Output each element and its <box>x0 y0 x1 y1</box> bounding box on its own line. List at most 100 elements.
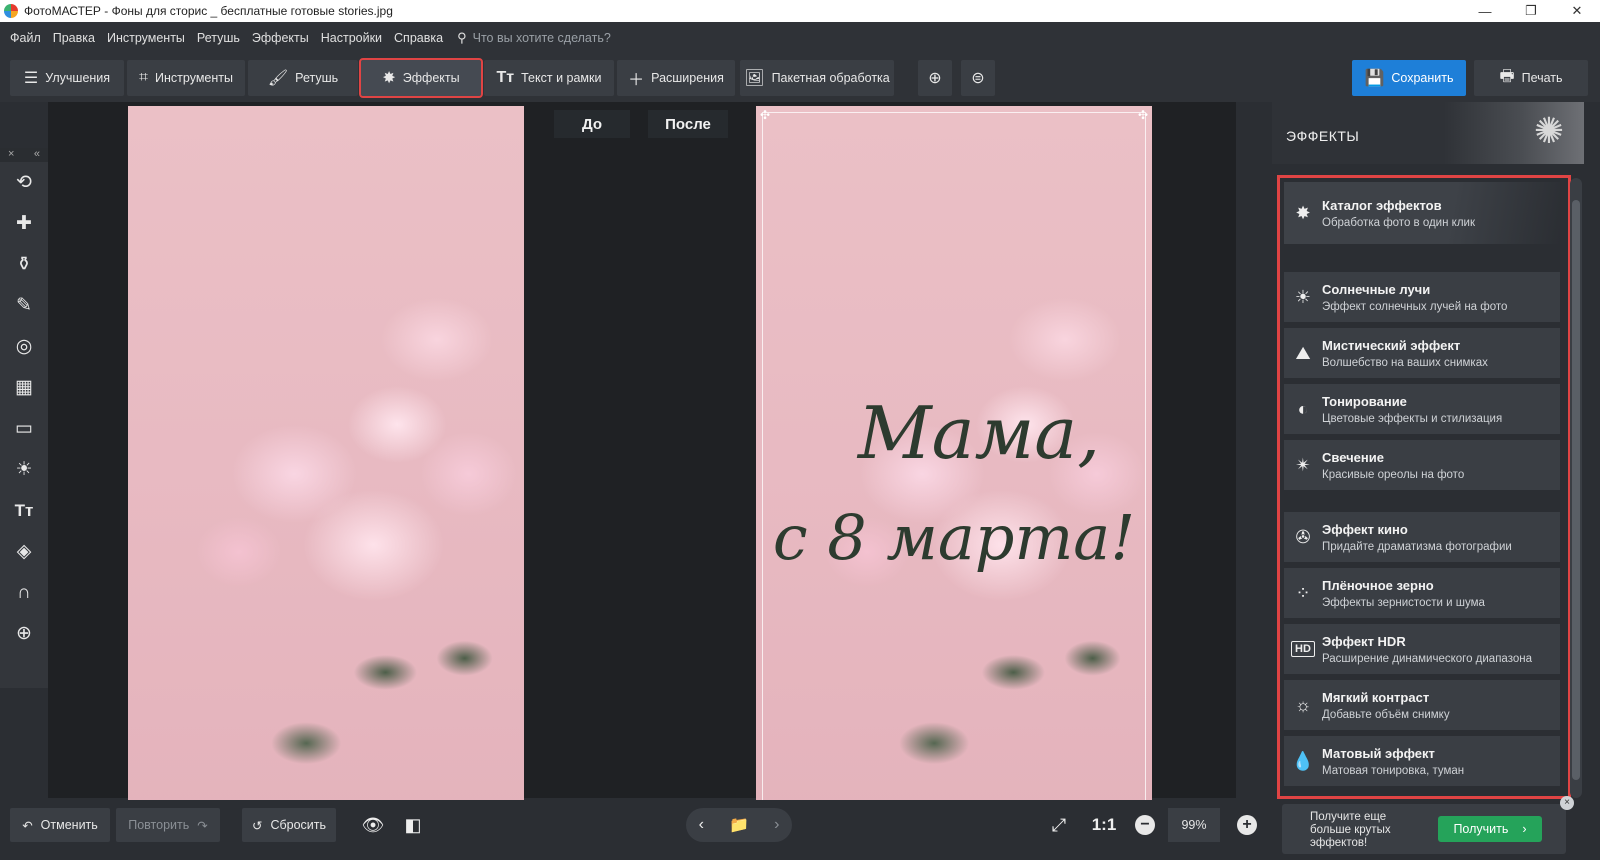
menu-retouch[interactable]: Ретушь <box>191 31 246 45</box>
redo-button[interactable]: Повторить ↷ <box>116 808 220 842</box>
left-toolbar-header: × « <box>0 148 48 162</box>
zoom-in-button[interactable]: + <box>1230 808 1264 842</box>
menu-settings[interactable]: Настройки <box>315 31 388 45</box>
rotate-tool-icon[interactable]: ⟲ <box>0 162 48 203</box>
menu-search[interactable]: ⚲ Что вы хотите сделать? <box>457 30 611 46</box>
effect-title: Плёночное зерно <box>1322 577 1434 593</box>
restore-button[interactable]: ❐ <box>1508 0 1554 22</box>
tab-extensions-label: Расширения <box>651 71 724 85</box>
effect-title: Эффект HDR <box>1322 633 1406 649</box>
effect-toning[interactable]: ◐ Тонирование Цветовые эффекты и стилиза… <box>1284 384 1560 434</box>
sliders-icon: ☰ <box>23 70 39 87</box>
effect-film-grain[interactable]: ⁘ Плёночное зерно Эффекты зернистости и … <box>1284 568 1560 618</box>
chevron-right-icon[interactable]: › <box>774 816 779 834</box>
effects-list: ✸ Каталог эффектов Обработка фото в один… <box>1277 175 1571 799</box>
app-logo-icon <box>4 4 18 18</box>
scrollbar-thumb[interactable] <box>1572 200 1580 780</box>
stamp-icon[interactable]: ⚱ <box>0 244 48 285</box>
radial-filter-icon[interactable]: ◎ <box>0 326 48 367</box>
folder-icon[interactable]: 📁 <box>729 815 749 835</box>
minus-icon: − <box>1135 815 1155 835</box>
tab-effects[interactable]: ✸ Эффекты <box>359 58 483 98</box>
effect-title: Тонирование <box>1322 393 1407 409</box>
tab-retouch-label: Ретушь <box>295 71 339 85</box>
chevron-left-icon[interactable]: ‹ <box>699 816 704 834</box>
light-icon[interactable]: ☀ <box>0 449 48 490</box>
get-effects-button[interactable]: Получить › <box>1438 816 1542 842</box>
save-button[interactable]: 💾 Сохранить <box>1352 60 1466 96</box>
globe-icon[interactable]: ⊕ <box>0 613 48 654</box>
tab-enhancements[interactable]: ☰ Улучшения <box>10 60 124 96</box>
gradient-filter-icon[interactable]: ▦ <box>0 367 48 408</box>
get-effects-label: Получить <box>1453 822 1509 836</box>
effect-subtitle: Матовая тонировка, туман <box>1322 764 1465 777</box>
vignette-icon[interactable]: ▭ <box>0 408 48 449</box>
menu-tools[interactable]: Инструменты <box>101 31 191 45</box>
zoom-out-button[interactable]: − <box>1128 808 1162 842</box>
effect-soft-contrast[interactable]: ☼ Мягкий контраст Добавьте объём снимку <box>1284 680 1560 730</box>
text-tool-icon[interactable]: Tт <box>0 490 48 531</box>
tab-retouch[interactable]: 🖌 Ретушь <box>248 60 358 96</box>
healing-patch-icon[interactable]: ✚ <box>0 203 48 244</box>
effect-catalog[interactable]: ✸ Каталог эффектов Обработка фото в один… <box>1284 182 1560 244</box>
floppy-icon: 💾 <box>1364 70 1385 87</box>
fit-screen-icon[interactable]: ⤢ <box>1042 808 1076 842</box>
effect-matte[interactable]: 💧 Матовый эффект Матовая тонировка, тума… <box>1284 736 1560 786</box>
left-toolbar: × « ⟲ ✚ ⚱ ✎ ◎ ▦ ▭ ☀ Tт ◈ ∩ ⊕ <box>0 148 48 688</box>
before-label: До <box>554 110 630 138</box>
print-label: Печать <box>1521 71 1563 85</box>
text-icon: Tт <box>496 69 515 86</box>
window-title: ФотоМАСТЕР - Фоны для сторис _ бесплатны… <box>24 4 393 18</box>
effect-glow[interactable]: ✴ Свечение Красивые ореолы на фото <box>1284 440 1560 490</box>
zoom-level[interactable]: 99% <box>1168 808 1220 842</box>
effect-title: Матовый эффект <box>1322 745 1435 761</box>
effect-subtitle: Добавьте объём снимку <box>1322 708 1450 721</box>
undo-button[interactable]: ↶ Отменить <box>10 808 110 842</box>
minimize-button[interactable]: — <box>1462 0 1508 22</box>
redo-icon: ↷ <box>197 818 208 833</box>
fill-bucket-icon[interactable]: ◈ <box>0 531 48 572</box>
effects-panel-title: ЭФФЕКТЫ <box>1286 128 1360 144</box>
effect-title: Свечение <box>1322 449 1384 465</box>
tab-batch[interactable]: 🖼 Пакетная обработка <box>740 60 894 96</box>
film-reel-icon: ✇ <box>1295 526 1311 547</box>
preset-history-button[interactable]: ⊜ <box>961 60 995 96</box>
menu-bar: Файл Правка Инструменты Ретушь Эффекты Н… <box>0 22 1600 54</box>
reset-label: Сбросить <box>270 818 327 832</box>
menu-file[interactable]: Файл <box>4 31 47 45</box>
brush-tool-icon[interactable]: ✎ <box>0 285 48 326</box>
magnet-icon[interactable]: ∩ <box>0 572 48 613</box>
collapse-icon[interactable]: « <box>34 148 40 162</box>
effect-title: Каталог эффектов <box>1322 197 1442 213</box>
menu-edit[interactable]: Правка <box>47 31 101 45</box>
effect-mystic[interactable]: ⛰ Мистический эффект Волшебство на ваших… <box>1284 328 1560 378</box>
close-button[interactable]: ✕ <box>1554 0 1600 22</box>
greeting-line-1: Мама, <box>857 391 1101 475</box>
tab-extensions[interactable]: ＋ Расширения <box>617 60 735 96</box>
effect-title: Мягкий контраст <box>1322 689 1430 705</box>
tab-text-frames[interactable]: Tт Текст и рамки <box>484 60 614 96</box>
glow-icon: ✴ <box>1295 454 1311 475</box>
tab-tools[interactable]: ⌗ Инструменты <box>127 60 245 96</box>
effects-scrollbar[interactable] <box>1570 178 1582 798</box>
print-button[interactable]: 🖶 Печать <box>1474 60 1588 96</box>
batch-icon: 🖼 <box>744 70 765 87</box>
reset-button[interactable]: ↺ Сбросить <box>242 808 336 842</box>
eye-icon[interactable]: 👁 <box>356 808 390 842</box>
preset-history-icon: ⊜ <box>971 70 985 87</box>
effect-cinema[interactable]: ✇ Эффект кино Придайте драматизма фотогр… <box>1284 512 1560 562</box>
actual-size-button[interactable]: 1:1 <box>1084 808 1124 842</box>
effect-subtitle: Эффекты зернистости и шума <box>1322 596 1485 609</box>
effect-sunrays[interactable]: ☀ Солнечные лучи Эффект солнечных лучей … <box>1284 272 1560 322</box>
close-icon[interactable]: × <box>8 148 14 162</box>
tab-batch-label: Пакетная обработка <box>771 71 890 85</box>
menu-help[interactable]: Справка <box>388 31 449 45</box>
compare-icon[interactable]: ◧ <box>396 808 430 842</box>
effect-hdr[interactable]: HD Эффект HDR Расширение динамического д… <box>1284 624 1560 674</box>
menu-effects[interactable]: Эффекты <box>246 31 315 45</box>
brush-icon: 🖌 <box>267 70 289 87</box>
promo-close-icon[interactable]: × <box>1560 796 1574 810</box>
add-preset-button[interactable]: ⊕ <box>918 60 952 96</box>
title-bar: ФотоМАСТЕР - Фоны для сторис _ бесплатны… <box>0 0 1600 22</box>
greeting-line-2: с 8 марта! <box>772 501 1136 574</box>
